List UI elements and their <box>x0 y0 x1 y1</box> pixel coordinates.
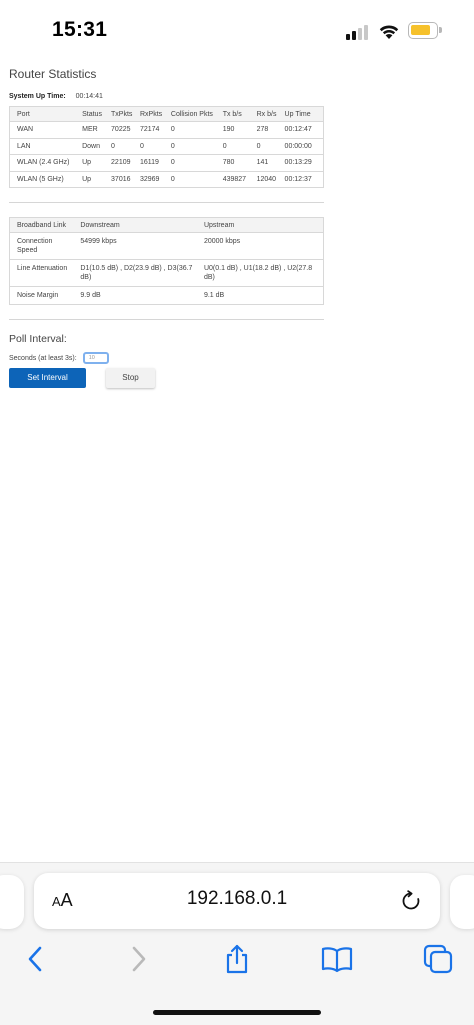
table-cell: 0 <box>220 138 255 155</box>
url-text[interactable]: 192.168.0.1 <box>34 888 440 910</box>
column-header: Upstream <box>201 217 324 233</box>
table-row: WLAN (2.4 GHz) Up 22109 16119 0 780 141 … <box>9 154 324 172</box>
table-cell: WLAN (2.4 GHz) <box>9 154 81 172</box>
section-divider <box>9 202 324 203</box>
column-header: Port <box>9 106 81 122</box>
browser-bottom-bar: AA 192.168.0.1 <box>0 862 474 1025</box>
forward-icon <box>132 946 146 972</box>
table-header-row: Broadband Link Downstream Upstream <box>9 217 324 233</box>
status-bar: 15:31 <box>0 0 474 60</box>
table-cell: 00:12:37 <box>282 171 324 188</box>
button-row: Set Interval Stop <box>9 368 327 388</box>
table-cell: 12040 <box>254 171 283 188</box>
table-row: WAN MER 70225 72174 0 190 278 00:12:47 <box>9 121 324 139</box>
column-header: Rx b/s <box>254 106 283 122</box>
address-bar[interactable]: AA 192.168.0.1 <box>34 873 440 929</box>
table-row: LAN Down 0 0 0 0 0 00:00:00 <box>9 138 324 155</box>
table-cell: Down <box>80 138 110 155</box>
table-row: WLAN (5 GHz) Up 37016 32969 0 439827 120… <box>9 171 324 188</box>
table-cell: D1(10.5 dB) , D2(23.9 dB) , D3(36.7 dB) <box>77 259 202 287</box>
table-cell: 00:13:29 <box>282 154 324 172</box>
table-row: Line Attenuation D1(10.5 dB) , D2(23.9 d… <box>9 259 324 287</box>
table-cell: Noise Margin <box>9 286 78 305</box>
column-header: TxPkts <box>109 106 138 122</box>
table-cell: 9.9 dB <box>77 286 202 305</box>
table-cell: 16119 <box>137 154 169 172</box>
uptime-value: 00:14:41 <box>75 93 103 100</box>
home-indicator <box>153 1010 321 1015</box>
battery-level <box>411 25 430 35</box>
tabs-icon[interactable] <box>422 943 454 975</box>
table-cell: 141 <box>254 154 283 172</box>
column-header: Downstream <box>77 217 202 233</box>
table-cell: 190 <box>220 121 255 139</box>
table-cell: Up <box>80 154 110 172</box>
status-time: 15:31 <box>52 18 108 41</box>
table-cell: 0 <box>168 121 221 139</box>
seconds-label: Seconds (at least 3s): <box>9 354 77 362</box>
wifi-icon <box>379 25 399 39</box>
table-cell: WLAN (5 GHz) <box>9 171 81 188</box>
table-cell: Connection Speed <box>9 232 78 260</box>
table-cell: 0 <box>254 138 283 155</box>
table-cell: LAN <box>9 138 81 155</box>
battery-icon <box>408 22 438 39</box>
page-title: Router Statistics <box>9 67 97 81</box>
table-row: Noise Margin 9.9 dB 9.1 dB <box>9 286 324 305</box>
table-cell: 780 <box>220 154 255 172</box>
table-cell: WAN <box>9 121 81 139</box>
table-row: Connection Speed 54999 kbps 20000 kbps <box>9 232 324 260</box>
set-interval-button[interactable]: Set Interval <box>9 368 86 388</box>
table-cell: 70225 <box>109 121 138 139</box>
table-cell: 20000 kbps <box>201 232 324 260</box>
table-cell: 0 <box>137 138 169 155</box>
uptime-label: System Up Time: <box>9 93 66 100</box>
table-cell: 72174 <box>137 121 169 139</box>
poll-interval-title: Poll Interval: <box>9 333 67 345</box>
column-header: Tx b/s <box>220 106 255 122</box>
column-header: Status <box>80 106 110 122</box>
share-icon[interactable] <box>221 943 253 975</box>
table-cell: 0 <box>168 171 221 188</box>
back-icon[interactable] <box>20 943 52 975</box>
router-stats-table: Port Status TxPkts RxPkts Collision Pkts… <box>9 106 324 188</box>
column-header: Up Time <box>282 106 324 122</box>
table-cell: 9.1 dB <box>201 286 324 305</box>
section-divider <box>9 319 324 320</box>
table-cell: 439827 <box>220 171 255 188</box>
table-cell: 00:00:00 <box>282 138 324 155</box>
previous-tab-peek[interactable] <box>0 875 24 929</box>
next-tab-peek[interactable] <box>450 875 474 929</box>
column-header: Broadband Link <box>9 217 78 233</box>
uptime-row: System Up Time: 00:14:41 <box>9 93 327 100</box>
table-cell: 32969 <box>137 171 169 188</box>
stop-button[interactable]: Stop <box>106 368 155 388</box>
cellular-signal-icon <box>346 24 372 40</box>
table-cell: 00:12:47 <box>282 121 324 139</box>
bookmarks-icon[interactable] <box>321 943 353 975</box>
seconds-input[interactable] <box>82 352 109 364</box>
seconds-row: Seconds (at least 3s): <box>9 352 327 364</box>
table-cell: U0(0.1 dB) , U1(18.2 dB) , U2(27.8 dB) <box>201 259 324 287</box>
table-header-row: Port Status TxPkts RxPkts Collision Pkts… <box>9 106 324 122</box>
table-cell: Up <box>80 171 110 188</box>
reload-icon[interactable] <box>400 890 422 912</box>
table-cell: 0 <box>168 154 221 172</box>
table-cell: 54999 kbps <box>77 232 202 260</box>
table-cell: Line Attenuation <box>9 259 78 287</box>
table-cell: 278 <box>254 121 283 139</box>
table-cell: MER <box>80 121 110 139</box>
column-header: Collision Pkts <box>168 106 221 122</box>
battery-cap <box>439 27 442 33</box>
broadband-table: Broadband Link Downstream Upstream Conne… <box>9 217 324 305</box>
table-cell: 22109 <box>109 154 138 172</box>
table-cell: 37016 <box>109 171 138 188</box>
table-cell: 0 <box>168 138 221 155</box>
router-page: Router Statistics System Up Time: 00:14:… <box>9 60 327 388</box>
column-header: RxPkts <box>137 106 169 122</box>
table-cell: 0 <box>109 138 138 155</box>
